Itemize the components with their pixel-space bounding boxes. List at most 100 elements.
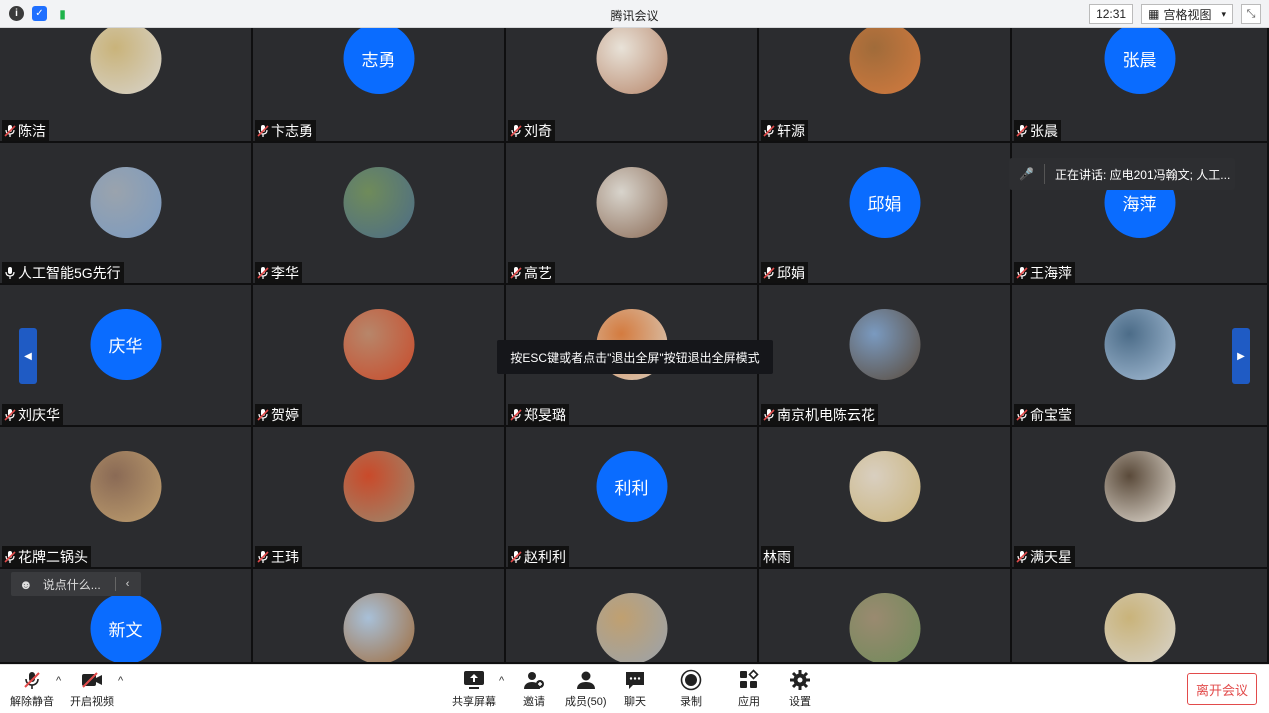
speaking-indicator: 🎤 正在讲话: 应电201冯翰文; 人工... xyxy=(1009,158,1235,190)
avatar xyxy=(849,593,920,662)
mic-muted-icon xyxy=(1016,408,1028,422)
mic-muted-icon xyxy=(763,408,775,422)
settings-label: 设置 xyxy=(789,696,811,708)
mic-muted-icon xyxy=(257,124,269,138)
avatar xyxy=(90,28,161,94)
avatar: 张晨 xyxy=(1104,28,1175,94)
audio-options-caret[interactable]: ^ xyxy=(56,675,61,687)
participant-name-tag: 李华 xyxy=(255,262,302,283)
participant-tile[interactable]: 南京机电陈云花 xyxy=(759,285,1012,427)
participant-tile[interactable]: 邱娟 邱娟 xyxy=(759,143,1012,285)
participant-tile[interactable]: 高艺 xyxy=(506,143,759,285)
chevron-right-icon: ▶ xyxy=(1237,350,1245,362)
window-title: 腾讯会议 xyxy=(610,9,659,23)
avatar xyxy=(343,167,414,238)
participant-name: 刘奇 xyxy=(524,122,552,139)
members-button[interactable]: 成员(50) xyxy=(565,669,607,709)
start-video-label: 开启视频 xyxy=(70,696,114,708)
exit-fullscreen-button[interactable]: ⤡ xyxy=(1241,4,1261,24)
participant-tile[interactable] xyxy=(759,569,1012,664)
title-bar: i ✓ ▮ 腾讯会议 12:31 ▦ 宫格视图 ▾ ⤡ xyxy=(0,0,1269,28)
collapse-chat-icon[interactable]: ‹ xyxy=(126,578,130,590)
avatar: 邱娟 xyxy=(849,167,920,238)
participant-tile[interactable]: 俞宝莹 xyxy=(1012,285,1269,427)
participant-tile[interactable]: 刘奇 xyxy=(506,28,759,143)
avatar: 新文 xyxy=(90,593,161,662)
settings-button[interactable]: 设置 xyxy=(789,669,811,709)
mic-muted-icon: 🎤 xyxy=(1019,167,1034,181)
share-screen-button[interactable]: 共享屏幕 xyxy=(452,669,496,709)
avatar xyxy=(596,167,667,238)
participant-name-tag: 王海萍 xyxy=(1014,262,1075,283)
participant-tile[interactable] xyxy=(506,569,759,664)
view-mode-dropdown[interactable]: ▦ 宫格视图 ▾ xyxy=(1141,4,1233,24)
apps-button[interactable]: 应用 xyxy=(738,669,760,709)
avatar xyxy=(1104,451,1175,522)
video-options-caret[interactable]: ^ xyxy=(118,675,123,687)
participant-name-tag: 贺婷 xyxy=(255,404,302,425)
participant-name-tag: 轩源 xyxy=(761,120,808,141)
unmute-button[interactable]: 解除静音 xyxy=(10,669,54,709)
avatar xyxy=(343,451,414,522)
previous-page-button[interactable]: ◀ xyxy=(19,328,37,384)
participant-tile[interactable]: 王玮 xyxy=(253,427,506,569)
emoji-icon[interactable]: ☻ xyxy=(19,577,33,592)
participant-name-tag: 满天星 xyxy=(1014,546,1075,567)
avatar xyxy=(849,309,920,380)
participant-name: 南京机电陈云花 xyxy=(777,406,875,423)
participant-tile[interactable]: 陈洁 xyxy=(0,28,253,143)
participant-tile[interactable]: 花牌二锅头 xyxy=(0,427,253,569)
participant-name: 王玮 xyxy=(271,548,299,565)
members-icon xyxy=(575,669,597,691)
avatar xyxy=(596,28,667,94)
record-label: 录制 xyxy=(680,696,702,708)
participant-name-tag: 南京机电陈云花 xyxy=(761,404,878,425)
mic-muted-icon xyxy=(763,266,775,280)
chat-button[interactable]: 聊天 xyxy=(624,669,646,709)
participant-tile[interactable] xyxy=(1012,569,1269,664)
add-user-icon xyxy=(523,669,545,691)
record-button[interactable]: 录制 xyxy=(680,669,702,709)
participant-name-tag: 花牌二锅头 xyxy=(2,546,91,567)
participant-name: 俞宝莹 xyxy=(1030,406,1072,423)
participant-name-tag: 俞宝莹 xyxy=(1014,404,1075,425)
participant-tile[interactable]: 利利 赵利利 xyxy=(506,427,759,569)
start-video-button[interactable]: 开启视频 xyxy=(70,669,114,709)
participant-tile[interactable]: 人工智能5G先行 xyxy=(0,143,253,285)
avatar: 志勇 xyxy=(343,28,414,94)
camera-off-icon xyxy=(81,669,103,691)
participant-name: 张晨 xyxy=(1030,122,1058,139)
next-page-button[interactable]: ▶ xyxy=(1232,328,1250,384)
chevron-left-icon: ◀ xyxy=(24,350,32,362)
mic-muted-icon xyxy=(4,408,16,422)
participant-name: 赵利利 xyxy=(524,548,566,565)
invite-button[interactable]: 邀请 xyxy=(523,669,545,709)
participant-name-tag: 刘庆华 xyxy=(2,404,63,425)
participant-tile[interactable]: 轩源 xyxy=(759,28,1012,143)
avatar xyxy=(849,28,920,94)
avatar xyxy=(849,451,920,522)
participant-name: 陈洁 xyxy=(18,122,46,139)
speaking-text: 正在讲话: 应电201冯翰文; 人工... xyxy=(1054,167,1231,182)
share-options-caret[interactable]: ^ xyxy=(499,675,504,687)
apps-icon xyxy=(738,669,760,691)
participant-name-tag: 高艺 xyxy=(508,262,555,283)
meeting-toolbar: 解除静音 ^ 开启视频 ^ 共享屏幕 ^ 邀请 成员(50) 聊天 录制 应用 … xyxy=(0,664,1269,713)
participant-tile[interactable]: 庆华 刘庆华 xyxy=(0,285,253,427)
participant-name: 王海萍 xyxy=(1030,264,1072,281)
participant-tile[interactable]: 志勇 卞志勇 xyxy=(253,28,506,143)
participant-tile[interactable]: 林雨 xyxy=(759,427,1012,569)
participant-name: 邱娟 xyxy=(777,264,805,281)
participant-tile[interactable]: 贺婷 xyxy=(253,285,506,427)
participant-tile[interactable]: 张晨 张晨 xyxy=(1012,28,1269,143)
participant-name-tag: 刘奇 xyxy=(508,120,555,141)
participant-tile[interactable] xyxy=(253,569,506,664)
participant-name: 贺婷 xyxy=(271,406,299,423)
leave-meeting-button[interactable]: 离开会议 xyxy=(1187,673,1257,705)
participant-tile[interactable]: 李华 xyxy=(253,143,506,285)
chat-quick-input[interactable]: ☻ 说点什么... ‹ xyxy=(11,572,141,596)
avatar xyxy=(90,451,161,522)
chat-placeholder: 说点什么... xyxy=(42,577,101,592)
avatar xyxy=(343,593,414,662)
participant-tile[interactable]: 满天星 xyxy=(1012,427,1269,569)
